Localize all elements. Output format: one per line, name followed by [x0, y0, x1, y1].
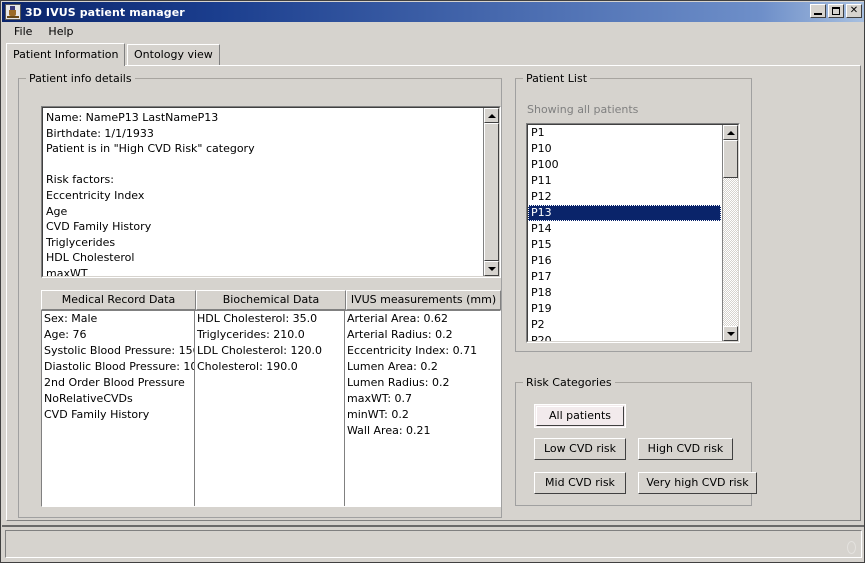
scroll-up-button[interactable]: [723, 125, 738, 140]
patient-list-box[interactable]: P1 P10 P100 P11 P12 P13 P14 P15 P16 P17 P18 P19 P2 P2…: [526, 123, 740, 343]
menu-bar: File Help: [2, 22, 864, 42]
list-item[interactable]: P1: [528, 125, 721, 141]
patient-list-group: Patient List Showing all patients P1 P10 P…: [515, 72, 752, 352]
scroll-thumb[interactable]: [723, 140, 738, 178]
tab-patient-information[interactable]: Patient Information: [6, 43, 126, 66]
column-header-ivus-measurements[interactable]: IVUS measurements (mm): [346, 290, 501, 310]
menu-item-file[interactable]: File: [6, 23, 40, 40]
table-cell[interactable]: Cholesterol: 190.0: [195, 359, 344, 375]
patient-list-items: P1 P10 P100 P11 P12 P13 P14 P15 P16 P17 P18 P19 P2 P2…: [528, 125, 721, 341]
table-cell[interactable]: Lumen Area: 0.2: [345, 359, 500, 375]
list-item[interactable]: P10: [528, 141, 721, 157]
low-cvd-risk-button[interactable]: Low CVD risk: [534, 438, 626, 460]
menu-item-help[interactable]: Help: [40, 23, 81, 40]
list-item[interactable]: P18: [528, 285, 721, 301]
tab-strip: Patient Information Ontology view: [6, 43, 861, 66]
chevron-up-icon: [488, 114, 496, 118]
patient-info-text: Name: NameP13 LastNameP13 Birthdate: 1/1…: [46, 111, 255, 277]
mid-cvd-risk-button[interactable]: Mid CVD risk: [534, 472, 626, 494]
table-cell[interactable]: LDL Cholesterol: 120.0: [195, 343, 344, 359]
close-button[interactable]: ✕: [846, 4, 862, 18]
table-cell[interactable]: Arterial Radius: 0.2: [345, 327, 500, 343]
column-header-biochemical-data[interactable]: Biochemical Data: [196, 290, 346, 310]
table-cell[interactable]: Systolic Blood Pressure: 156: [42, 343, 194, 359]
table-cell[interactable]: Sex: Male: [42, 311, 194, 327]
maximize-button[interactable]: [828, 4, 844, 18]
table-header-row: Medical Record Data Biochemical Data IVU…: [41, 290, 501, 310]
list-item[interactable]: P15: [528, 237, 721, 253]
title-bar: 3D IVUS patient manager ✕: [2, 2, 864, 22]
table-cell[interactable]: CVD Family History: [42, 407, 194, 423]
table-body: Sex: Male Age: 76 Systolic Blood Pressure:…: [41, 310, 501, 507]
table-cell[interactable]: Arterial Area: 0.62: [345, 311, 500, 327]
button-label: Mid CVD risk: [545, 476, 615, 489]
scroll-down-button[interactable]: [484, 261, 499, 276]
resize-grip-icon[interactable]: [845, 541, 859, 555]
table-cell[interactable]: minWT: 0.2: [345, 407, 500, 423]
tab-ontology-view[interactable]: Ontology view: [127, 44, 220, 65]
close-icon: ✕: [849, 5, 859, 16]
tab-label: Patient Information: [13, 48, 119, 61]
table-column-biochemical-data: HDL Cholesterol: 35.0 Triglycerides: 210.…: [195, 311, 345, 506]
chevron-down-icon: [488, 267, 496, 271]
scroll-down-button[interactable]: [723, 326, 738, 341]
table-cell[interactable]: Diastolic Blood Pressure: 105: [42, 359, 194, 375]
very-high-cvd-risk-button[interactable]: Very high CVD risk: [638, 472, 757, 494]
table-cell[interactable]: Eccentricity Index: 0.71: [345, 343, 500, 359]
button-label: Very high CVD risk: [646, 476, 749, 489]
patient-info-textarea[interactable]: Name: NameP13 LastNameP13 Birthdate: 1/1…: [41, 106, 501, 278]
status-bar: [2, 525, 864, 561]
list-item[interactable]: P20: [528, 333, 721, 341]
application-window: 3D IVUS patient manager ✕ File Help Pati…: [0, 0, 865, 563]
list-item[interactable]: P2: [528, 317, 721, 333]
table-column-medical-record-data: Sex: Male Age: 76 Systolic Blood Pressure:…: [42, 311, 195, 506]
group-title: Patient info details: [26, 72, 135, 85]
list-item[interactable]: P19: [528, 301, 721, 317]
list-item[interactable]: P17: [528, 269, 721, 285]
chevron-up-icon: [727, 131, 735, 135]
high-cvd-risk-button[interactable]: High CVD risk: [638, 438, 733, 460]
patient-info-scrollbar[interactable]: [483, 108, 499, 276]
status-bar-panel: [5, 530, 862, 558]
button-label: All patients: [548, 409, 611, 422]
list-item[interactable]: P13: [528, 205, 721, 221]
table-cell[interactable]: 2nd Order Blood Pressure: [42, 375, 194, 391]
table-cell[interactable]: Triglycerides: 210.0: [195, 327, 344, 343]
scroll-thumb[interactable]: [484, 123, 499, 261]
scroll-up-button[interactable]: [484, 108, 499, 123]
list-item[interactable]: P12: [528, 189, 721, 205]
patient-info-details-group: Patient info details Name: NameP13 LastN…: [18, 72, 502, 518]
tab-panel-patient-information: Patient info details Name: NameP13 LastN…: [6, 65, 861, 521]
group-title: Patient List: [523, 72, 591, 85]
list-item[interactable]: P14: [528, 221, 721, 237]
window-controls: ✕: [810, 4, 862, 18]
patient-list-scrollbar[interactable]: [722, 125, 738, 341]
scroll-track[interactable]: [484, 123, 499, 261]
risk-categories-group: Risk Categories All patients Low CVD ris…: [515, 376, 757, 506]
button-label: Low CVD risk: [543, 442, 616, 455]
list-item[interactable]: P100: [528, 157, 721, 173]
chevron-down-icon: [727, 332, 735, 336]
window-title: 3D IVUS patient manager: [25, 5, 185, 19]
patient-data-table: Medical Record Data Biochemical Data IVU…: [41, 290, 501, 507]
minimize-button[interactable]: [810, 4, 826, 18]
table-cell[interactable]: Wall Area: 0.21: [345, 423, 500, 439]
java-coffee-cup-icon: [5, 4, 21, 20]
all-patients-button[interactable]: All patients: [534, 404, 626, 428]
button-label: High CVD risk: [647, 442, 724, 455]
patient-list-status: Showing all patients: [527, 103, 639, 116]
list-item[interactable]: P16: [528, 253, 721, 269]
table-column-ivus-measurements: Arterial Area: 0.62 Arterial Radius: 0.2 E…: [345, 311, 500, 506]
table-cell[interactable]: Age: 76: [42, 327, 194, 343]
group-title: Risk Categories: [523, 376, 615, 389]
column-header-medical-record-data[interactable]: Medical Record Data: [41, 290, 196, 310]
list-item[interactable]: P11: [528, 173, 721, 189]
table-cell[interactable]: Lumen Radius: 0.2: [345, 375, 500, 391]
tab-label: Ontology view: [134, 48, 213, 61]
table-cell[interactable]: HDL Cholesterol: 35.0: [195, 311, 344, 327]
scroll-track[interactable]: [723, 140, 738, 326]
table-cell[interactable]: NoRelativeCVDs: [42, 391, 194, 407]
table-cell[interactable]: maxWT: 0.7: [345, 391, 500, 407]
